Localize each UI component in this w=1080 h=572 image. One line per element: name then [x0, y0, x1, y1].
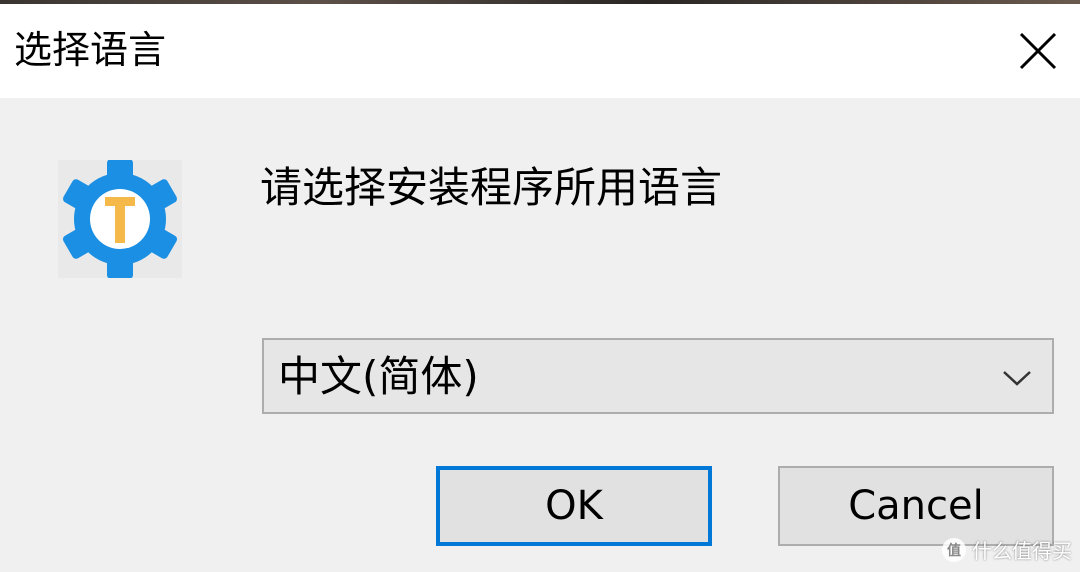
- watermark: 值 什么值得买: [942, 535, 1072, 564]
- language-dialog: 选择语言 请选择安装程序所用语言 中文(简体) OK Cancel 值 什么值得…: [0, 0, 1080, 572]
- close-icon: [1019, 32, 1057, 70]
- ok-button[interactable]: OK: [436, 466, 712, 546]
- language-select[interactable]: 中文(简体): [262, 338, 1054, 414]
- close-button[interactable]: [996, 4, 1080, 98]
- gear-t-app-icon: [58, 159, 182, 279]
- prompt-text: 请选择安装程序所用语言: [260, 163, 723, 212]
- watermark-text: 什么值得买: [972, 539, 1072, 563]
- title-bar[interactable]: 选择语言: [0, 4, 1080, 98]
- chevron-down-icon: [1003, 371, 1031, 386]
- cancel-button[interactable]: Cancel: [778, 466, 1054, 546]
- watermark-logo-icon: 值: [942, 537, 966, 562]
- dialog-title: 选择语言: [14, 28, 167, 72]
- language-select-value: 中文(简体): [278, 352, 479, 401]
